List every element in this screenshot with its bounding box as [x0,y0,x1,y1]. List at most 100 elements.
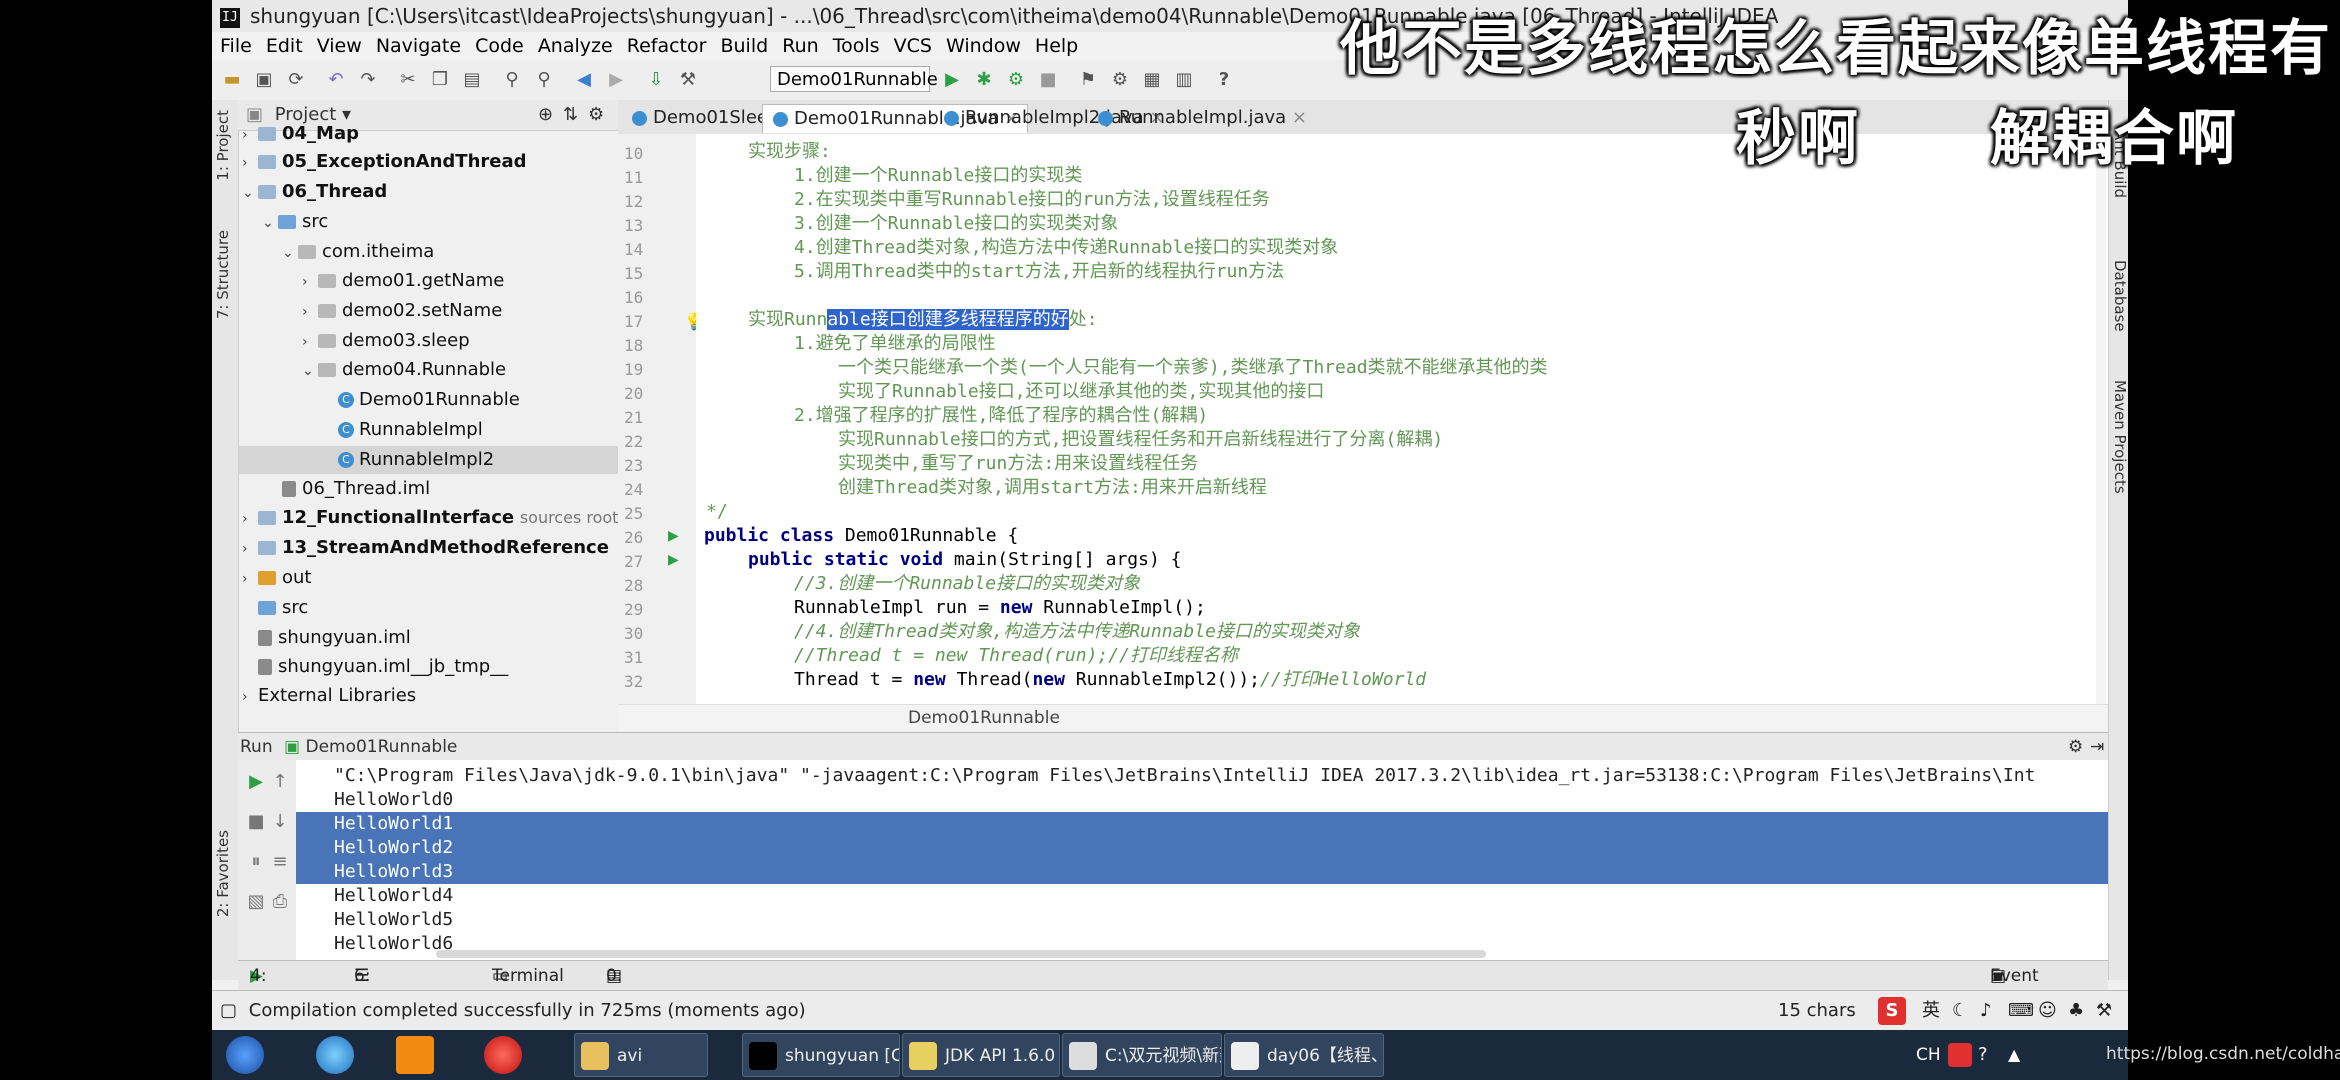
collapse-all-icon[interactable]: ⇅ [563,100,578,130]
menu-view[interactable]: View [317,35,362,57]
cut-icon[interactable]: ✂ [396,68,420,92]
tasks-icon[interactable]: ▥ [1172,68,1196,92]
menu-tools[interactable]: Tools [833,35,880,57]
scroll-down-icon[interactable]: ↓ [268,810,292,834]
run-gutter-icon[interactable]: ▶ [668,552,679,568]
project-tool-tab[interactable]: 1: Project [214,110,232,181]
taskbar-button-intellij[interactable]: shungyuan [C:\U... [742,1033,900,1077]
taskbar-button-jdk-api[interactable]: JDK API 1.6.0 中... [902,1033,1060,1077]
tree-item[interactable]: › 05_ExceptionAndThread [242,148,527,176]
pause-icon[interactable]: ⏸ [244,850,268,874]
hammer-icon[interactable]: ⚒ [676,68,700,92]
keyboard-icon[interactable]: ⌨ [2008,991,2034,1031]
internet-explorer-icon[interactable] [316,1036,354,1074]
moon-icon[interactable]: ☾ [1952,991,1968,1031]
taskbar-button-explorer[interactable]: C:\双元视频\新建... [1062,1033,1222,1077]
coverage-icon[interactable]: ⚙ [1004,68,1028,92]
run-console[interactable]: "C:\Program Files\Java\jdk-9.0.1\bin\jav… [296,760,2108,960]
sync-icon[interactable]: ⟳ [284,68,308,92]
run-config-selector[interactable]: Demo01Runnable ▾ [770,66,938,116]
vlc-icon[interactable] [396,1036,434,1074]
person-icon[interactable]: ☺ [2038,991,2057,1031]
tree-item[interactable]: src [258,594,308,622]
tree-item[interactable]: › demo01.getName [302,267,504,295]
undo-icon[interactable]: ↶ [324,68,348,92]
database-tool-tab[interactable]: Database [2111,260,2128,332]
tray-help-icon[interactable]: ? [1978,1030,1988,1080]
settings-icon[interactable]: ⚙ [1108,68,1132,92]
breadcrumb-item[interactable]: Demo01Runnable [908,708,1060,728]
menu-file[interactable]: File [220,35,252,57]
stop-icon[interactable]: ■ [1036,68,1060,92]
microphone-icon[interactable]: ♪ [1980,991,1992,1031]
tree-item[interactable]: › demo03.sleep [302,327,470,355]
favorites-tool-tab[interactable]: 2: Favorites [214,830,232,917]
menu-vcs[interactable]: VCS [894,35,932,57]
menu-refactor[interactable]: Refactor [627,35,707,57]
run-icon[interactable]: ▶ [940,68,964,92]
tab-runnableimpl[interactable]: RunnableImpl.java × [1088,104,1315,132]
tree-item[interactable]: › 13_StreamAndMethodReference [242,534,609,562]
menu-code[interactable]: Code [475,35,524,57]
tree-item[interactable]: ⌄ demo04.Runnable [302,356,506,384]
tree-item[interactable]: shungyuan.iml [258,624,411,652]
debug-icon[interactable]: ✱ [972,68,996,92]
taskbar-button-typora[interactable]: day06【线程、... [1224,1033,1384,1077]
copy-icon[interactable]: ❐ [428,68,452,92]
replace-icon[interactable]: ⚲ [532,68,556,92]
menu-run[interactable]: Run [782,35,818,57]
menu-analyze[interactable]: Analyze [538,35,613,57]
scroll-from-source-icon[interactable]: ⊕ [538,100,553,130]
editor-scrollbar[interactable] [2096,134,2106,704]
tray-sogou-icon[interactable] [1948,1043,1972,1067]
print-icon[interactable]: ⎙ [268,890,292,914]
tree-item[interactable]: › 04_Map [242,120,359,148]
tree-item[interactable]: C Demo01Runnable [338,386,520,414]
console-horizontal-scrollbar[interactable] [436,950,1486,958]
panel-settings-icon[interactable]: ⚙ [588,100,604,130]
tree-item[interactable]: ⌄ 06_Thread [242,178,387,206]
hide-panel-icon[interactable]: ⇥ [2090,733,2104,761]
maven-projects-tool-tab[interactable]: Maven Projects [2111,380,2128,494]
windows-start-icon[interactable] [226,1036,264,1074]
build-icon[interactable]: ⇩ [644,68,668,92]
find-icon[interactable]: ⚲ [500,68,524,92]
redo-icon[interactable]: ↷ [356,68,380,92]
forward-icon[interactable]: ▶ [604,68,628,92]
run-panel-config[interactable]: Demo01Runnable [305,737,457,757]
language-indicator[interactable]: CH [1916,1030,1941,1080]
save-icon[interactable]: ▣ [252,68,276,92]
tree-item[interactable]: 06_Thread.iml [282,475,430,503]
project-structure-icon[interactable]: ⚑ [1076,68,1100,92]
dump-threads-icon[interactable]: ▧ [244,890,268,914]
scroll-up-icon[interactable]: ↑ [268,770,292,794]
structure-tool-tab[interactable]: 7: Structure [214,230,232,319]
wrench-icon[interactable]: ⚒ [2096,991,2112,1031]
help-icon[interactable]: ? [1212,68,1236,92]
menu-navigate[interactable]: Navigate [376,35,461,57]
menu-help[interactable]: Help [1035,35,1078,57]
recorder-icon[interactable] [484,1036,522,1074]
tree-item[interactable]: shungyuan.iml__jb_tmp__ [258,653,508,681]
code-editor[interactable]: 实现步骤: 1.创建一个Runnable接口的实现类 2.在实现类中重写Runn… [696,134,2108,704]
tree-item[interactable]: C RunnableImpl2 [338,446,494,474]
run-gutter-icon[interactable]: ▶ [668,528,679,544]
paste-icon[interactable]: ▤ [460,68,484,92]
tree-item[interactable]: ⌄ com.itheima [282,238,434,266]
tree-item[interactable]: › out [242,564,311,592]
sdk-icon[interactable]: ▦ [1140,68,1164,92]
tree-item[interactable]: C RunnableImpl [338,416,483,444]
gear-icon[interactable]: ⚙ [2068,733,2083,761]
tree-item[interactable]: › demo02.setName [302,297,502,325]
soft-wrap-icon[interactable]: ≡ [268,850,292,874]
menu-window[interactable]: Window [946,35,1021,57]
tree-item[interactable]: ⌄ src [262,208,328,236]
rerun-icon[interactable]: ▶ [244,770,268,794]
ime-mode-indicator[interactable]: 英 [1922,991,1940,1031]
menu-edit[interactable]: Edit [266,35,303,57]
shirt-icon[interactable]: ♣ [2068,991,2084,1031]
close-icon[interactable]: × [1292,107,1307,128]
sogou-ime-icon[interactable]: S [1878,997,1906,1025]
tree-item[interactable]: › 12_FunctionalInterface sources root [242,504,618,532]
tray-arrow-icon[interactable]: ▲ [2008,1030,2020,1080]
